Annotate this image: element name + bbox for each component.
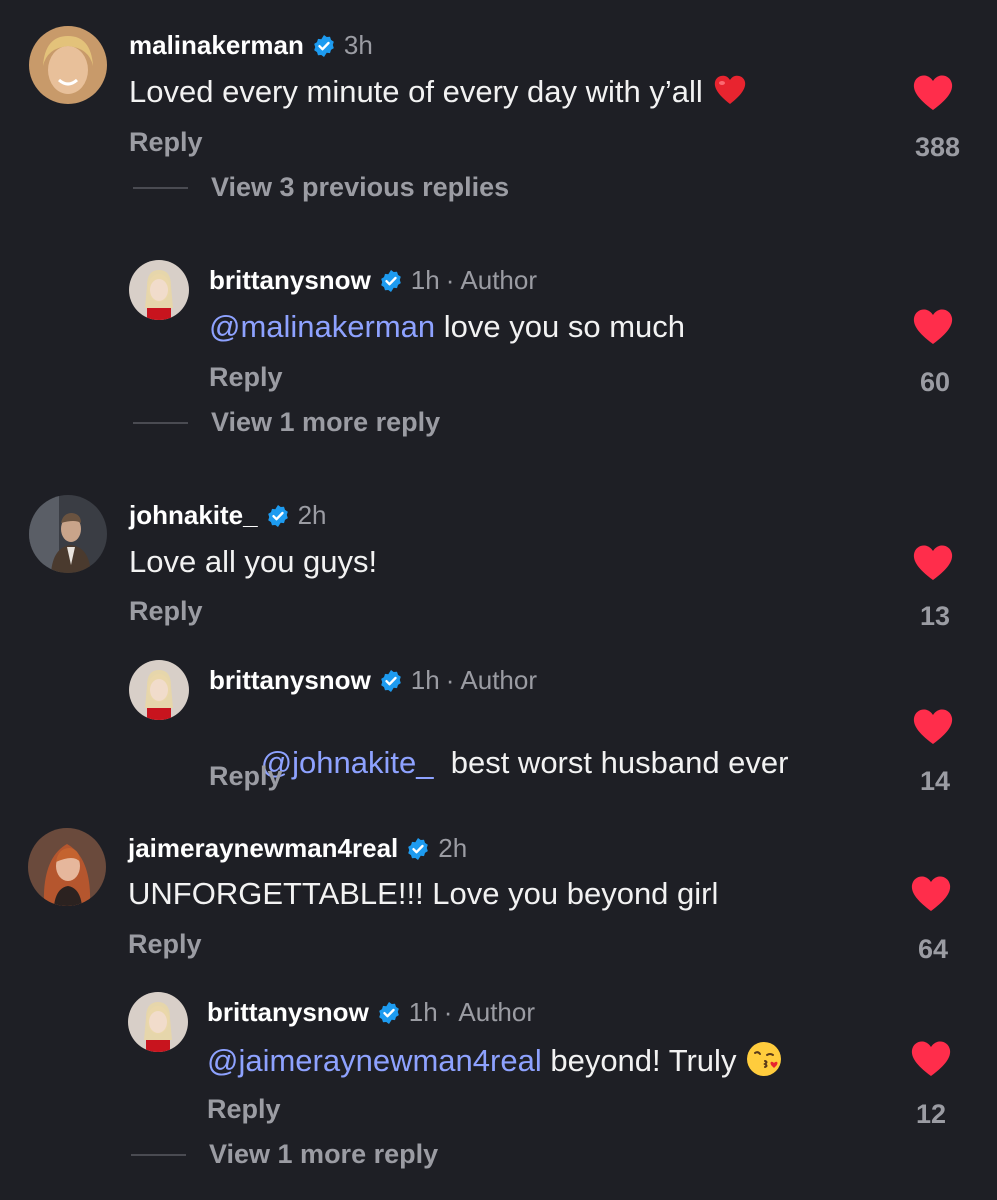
verified-badge-icon: [377, 1001, 401, 1025]
verified-badge-icon: [406, 837, 430, 861]
comment-text: @jaimeraynewman4real beyond! Truly: [207, 1041, 782, 1079]
reply-button[interactable]: Reply: [207, 1094, 281, 1125]
like-heart-icon[interactable]: [912, 308, 954, 346]
avatar[interactable]: [129, 660, 189, 720]
avatar[interactable]: [29, 26, 107, 104]
view-more-replies-button[interactable]: View 1 more reply: [131, 1139, 438, 1170]
divider-line: [131, 1153, 186, 1156]
username[interactable]: brittanysnow: [207, 997, 369, 1028]
avatar[interactable]: [28, 828, 106, 906]
timestamp: 2h: [438, 833, 468, 863]
separator: ·: [445, 265, 455, 295]
verified-badge-icon: [379, 669, 403, 693]
timestamp: 1h: [408, 997, 438, 1027]
reply-button[interactable]: Reply: [129, 596, 203, 627]
view-previous-replies-button[interactable]: View 3 previous replies: [133, 172, 509, 203]
separator: ·: [445, 665, 455, 695]
reply-brittanysnow: brittanysnow 1h · Author @jaimeraynewman…: [0, 0, 997, 1169]
timestamp: 3h: [343, 30, 373, 60]
comment-text: UNFORGETTABLE!!! Love you beyond girl: [128, 876, 719, 911]
separator: ·: [443, 997, 453, 1027]
avatar[interactable]: [129, 260, 189, 320]
comment-text: Loved every minute of every day with y’a…: [129, 74, 747, 110]
timestamp: 1h: [410, 665, 440, 695]
verified-badge-icon: [379, 269, 403, 293]
like-heart-icon[interactable]: [912, 708, 954, 746]
avatar[interactable]: [29, 495, 107, 573]
avatar[interactable]: [128, 992, 188, 1052]
comment-text: @johnakite_ best worst husband ever: [260, 745, 789, 780]
like-count: 60: [919, 367, 950, 397]
like-heart-icon[interactable]: [910, 875, 952, 913]
like-count: 12: [915, 1099, 946, 1129]
like-heart-icon[interactable]: [912, 544, 954, 582]
timestamp: 2h: [297, 500, 327, 530]
comments-thread: malinakerman 3h Loved every minute of ev…: [0, 0, 997, 1200]
divider-line: [133, 421, 188, 424]
like-count: 64: [917, 934, 948, 964]
reply-button[interactable]: Reply: [128, 929, 202, 960]
like-heart-icon[interactable]: [910, 1040, 952, 1078]
like-count: 14: [919, 766, 950, 796]
timestamp: 1h: [410, 265, 440, 295]
verified-badge-icon: [312, 34, 336, 58]
mention-link[interactable]: @johnakite_: [261, 745, 434, 780]
red-heart-emoji: [713, 74, 747, 106]
username[interactable]: brittanysnow: [209, 665, 371, 696]
like-heart-icon[interactable]: [912, 74, 954, 112]
reply-button[interactable]: Reply: [209, 362, 283, 393]
username[interactable]: jaimeraynewman4real: [128, 833, 398, 864]
author-label: Author: [458, 997, 535, 1027]
view-more-replies-button[interactable]: View 1 more reply: [133, 407, 440, 438]
author-label: Author: [460, 665, 537, 695]
like-count: 388: [914, 132, 960, 162]
mention-link[interactable]: @jaimeraynewman4real: [207, 1043, 542, 1078]
mention-link[interactable]: @malinakerman: [209, 309, 435, 344]
username[interactable]: johnakite_: [129, 500, 258, 531]
comment-text: @malinakerman love you so much: [209, 309, 686, 344]
like-count: 13: [919, 601, 950, 631]
reply-button[interactable]: Reply: [129, 127, 203, 158]
username[interactable]: malinakerman: [129, 30, 304, 61]
username[interactable]: brittanysnow: [209, 265, 371, 296]
divider-line: [133, 186, 188, 189]
comment-text: Love all you guys!: [129, 544, 378, 579]
verified-badge-icon: [266, 504, 290, 528]
reply-button[interactable]: Reply: [209, 761, 283, 792]
kissing-face-emoji: [746, 1041, 782, 1077]
author-label: Author: [460, 265, 537, 295]
